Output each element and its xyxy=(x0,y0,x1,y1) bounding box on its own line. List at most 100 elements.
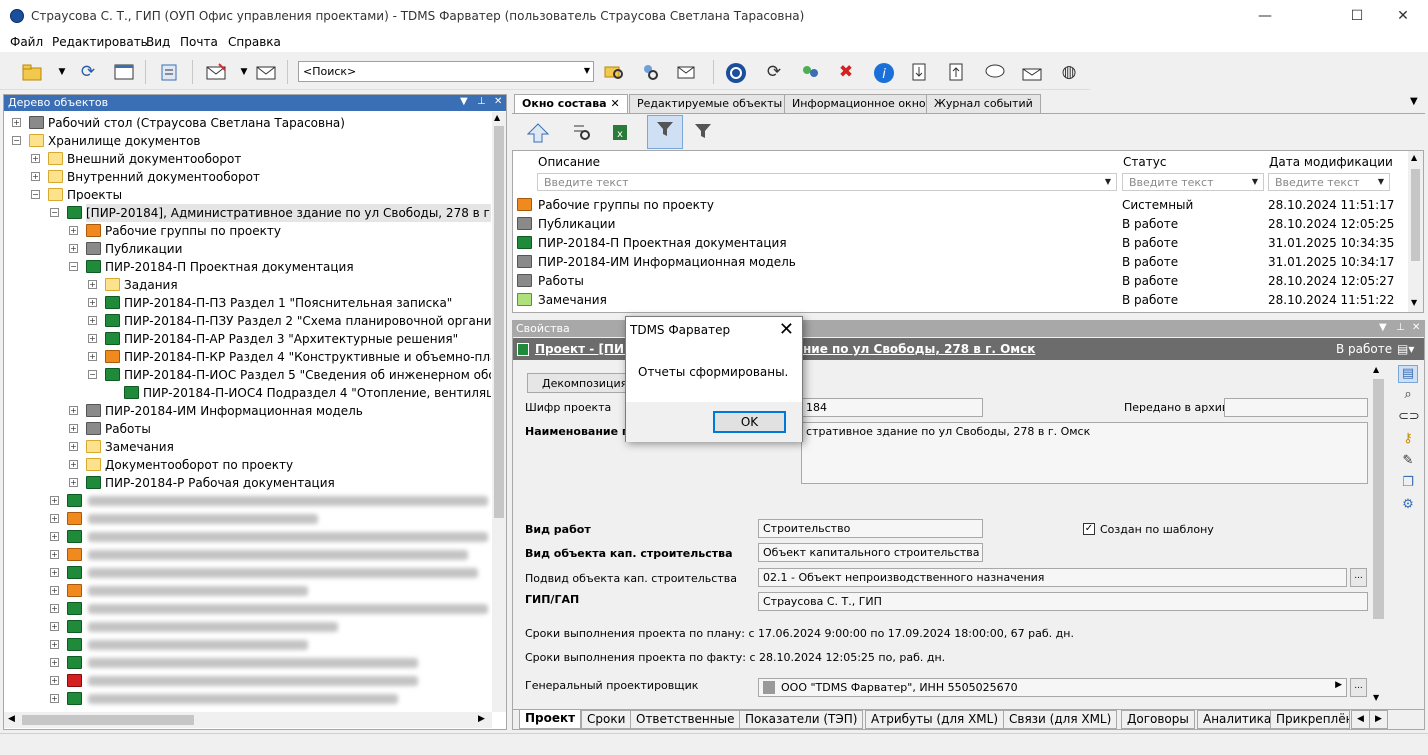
expand-toggle-icon[interactable]: + xyxy=(50,604,59,613)
tree-item[interactable]: + ПИР-20184-П-КР Раздел 4 "Конструктивные… xyxy=(4,348,491,366)
maximize-button[interactable]: ☐ xyxy=(1334,0,1380,32)
card-view-icon[interactable]: ▤ xyxy=(1398,365,1418,383)
expand-toggle-icon[interactable]: + xyxy=(50,568,59,577)
tree-item[interactable]: + ПИР-20184-П-ПЗУ Раздел 2 "Схема планиро… xyxy=(4,312,491,330)
tree-item[interactable]: + Документооборот по проекту xyxy=(4,456,491,474)
tree-item[interactable]: − [ПИР-20184], Административное здание по… xyxy=(4,204,491,222)
window-icon[interactable] xyxy=(110,58,138,86)
tab-5[interactable]: Связи (для XML) xyxy=(1003,710,1118,729)
key-icon[interactable]: ⚷ xyxy=(1398,431,1418,449)
pin-icon[interactable]: ⊥ xyxy=(1396,322,1405,333)
subtype-field[interactable]: 02.1 - Объект непроизводственного назнач… xyxy=(758,568,1347,587)
column-header-status[interactable]: Статус xyxy=(1123,155,1166,169)
tree-item-obscured[interactable]: + xyxy=(4,654,491,672)
scroll-thumb[interactable] xyxy=(494,126,504,518)
tree-item[interactable]: − Проекты xyxy=(4,186,491,204)
expand-toggle-icon[interactable]: + xyxy=(69,424,78,433)
expand-toggle-icon[interactable]: + xyxy=(88,280,97,289)
expand-toggle-icon[interactable]: + xyxy=(50,622,59,631)
expand-toggle-icon[interactable]: + xyxy=(50,658,59,667)
tree-item-obscured[interactable]: + xyxy=(4,510,491,528)
tree-item[interactable]: + ПИР-20184-П-ПЗ Раздел 1 "Пояснительная … xyxy=(4,294,491,312)
expand-toggle-icon[interactable]: + xyxy=(69,406,78,415)
expand-toggle-icon[interactable]: + xyxy=(88,334,97,343)
tree-item[interactable]: + Работы xyxy=(4,420,491,438)
expand-toggle-icon[interactable]: + xyxy=(69,226,78,235)
pencil-icon[interactable]: ✎ xyxy=(1398,453,1418,471)
tree-item[interactable]: + Задания xyxy=(4,276,491,294)
expand-toggle-icon[interactable]: + xyxy=(50,550,59,559)
expand-toggle-icon[interactable]: − xyxy=(12,136,21,145)
tdms-logo-icon[interactable] xyxy=(722,58,750,86)
filter-description-input[interactable]: Введите текст ▼ xyxy=(537,173,1117,191)
tree-item-obscured[interactable]: + xyxy=(4,690,491,708)
menu-help[interactable]: Справка xyxy=(228,35,281,49)
table-row[interactable]: Замечания В работе 28.10.2024 11:51:22 xyxy=(513,291,1406,310)
archive-field[interactable] xyxy=(1224,398,1368,417)
tree-item[interactable]: + Внешний документооборот xyxy=(4,150,491,168)
send-mail-icon[interactable] xyxy=(252,58,280,86)
expand-toggle-icon[interactable]: + xyxy=(88,316,97,325)
dialog-close-icon[interactable]: ✕ xyxy=(779,319,794,341)
tree-item-obscured[interactable]: + xyxy=(4,618,491,636)
tree-item-obscured[interactable]: + xyxy=(4,582,491,600)
expand-toggle-icon[interactable]: + xyxy=(50,586,59,595)
expand-toggle-icon[interactable]: + xyxy=(69,478,78,487)
scroll-up-icon[interactable]: ▲ xyxy=(494,113,500,122)
expand-toggle-icon[interactable]: + xyxy=(50,496,59,505)
download-doc-icon[interactable] xyxy=(905,58,933,86)
globe-icon[interactable]: ◍ xyxy=(1055,58,1083,86)
expand-toggle-icon[interactable]: + xyxy=(69,442,78,451)
name-field[interactable]: стративное здание по ул Свободы, 278 в г… xyxy=(801,422,1368,484)
tree-item[interactable]: − ПИР-20184-П Проектная документация xyxy=(4,258,491,276)
scroll-right-icon[interactable]: ▶ xyxy=(478,714,485,724)
grid-scrollbar[interactable]: ▲ ▼ xyxy=(1408,151,1423,312)
expand-toggle-icon[interactable]: + xyxy=(69,244,78,253)
delete-user-icon[interactable]: ✖ xyxy=(832,58,860,86)
chevron-right-icon[interactable]: ▶ xyxy=(1335,680,1342,690)
clipboard-icon[interactable] xyxy=(155,58,183,86)
expand-toggle-icon[interactable]: − xyxy=(50,208,59,217)
tree-item[interactable]: + Замечания xyxy=(4,438,491,456)
expand-toggle-icon[interactable]: − xyxy=(31,190,40,199)
tree-horizontal-scrollbar[interactable]: ◀ ▶ xyxy=(4,712,492,728)
object-header-title-right[interactable]: ние по ул Свободы, 278 в г. Омск xyxy=(803,338,1035,360)
copy-icon[interactable]: ❐ xyxy=(1398,475,1418,493)
search-list-icon[interactable] xyxy=(568,118,596,146)
expand-toggle-icon[interactable]: + xyxy=(69,460,78,469)
table-row[interactable]: Рабочие группы по проекту Системный 28.10.… xyxy=(513,196,1406,215)
users-sync-icon[interactable] xyxy=(796,58,824,86)
tab-event-log[interactable]: Журнал событий xyxy=(926,94,1041,113)
chevron-down-icon[interactable]: ▼ xyxy=(1249,176,1261,188)
tree-item[interactable]: ПИР-20184-П-ИОС4 Подраздел 4 "Отопление,… xyxy=(4,384,491,402)
tree-item[interactable]: + ПИР-20184-ИМ Информационная модель xyxy=(4,402,491,420)
scroll-left-icon[interactable]: ◀ xyxy=(8,714,15,724)
tree-item-obscured[interactable]: + xyxy=(4,636,491,654)
tree-item-obscured[interactable]: + xyxy=(4,546,491,564)
link-icon[interactable]: ⊂⊃ xyxy=(1398,409,1420,427)
table-row[interactable]: ПИР-20184-ИМ Информационная модель В рабо… xyxy=(513,253,1406,272)
expand-toggle-icon[interactable]: − xyxy=(88,370,97,379)
settings-card-icon[interactable]: ⚙ xyxy=(1398,497,1418,515)
close-window-button[interactable]: ✕ xyxy=(1380,0,1426,32)
props-scrollbar[interactable]: ▲ ▼ xyxy=(1372,365,1385,705)
new-dropdown-icon[interactable]: ▼ xyxy=(48,58,76,86)
tree-vertical-scrollbar[interactable]: ▲ xyxy=(492,112,506,712)
comment-icon[interactable] xyxy=(981,58,1009,86)
panel-dropdown-icon[interactable]: ▼ xyxy=(1379,322,1387,333)
search-folder-icon[interactable] xyxy=(600,58,628,86)
tree-item-obscured[interactable]: + xyxy=(4,492,491,510)
inbox-mail-icon[interactable] xyxy=(1018,58,1046,86)
sync-icon[interactable]: ⟳ xyxy=(760,58,788,86)
tab-7[interactable]: Аналитика xyxy=(1197,710,1278,729)
tree-item[interactable]: − Хранилище документов xyxy=(4,132,491,150)
upload-doc-icon[interactable] xyxy=(942,58,970,86)
panel-close-icon[interactable]: ✕ xyxy=(494,96,502,107)
tab-3[interactable]: Показатели (ТЭП) xyxy=(739,710,864,729)
tabs-scroll-right-icon[interactable]: ▶ xyxy=(1369,710,1388,729)
chevron-down-icon[interactable]: ▼ xyxy=(1102,176,1114,188)
filter-clear-icon[interactable] xyxy=(689,118,717,146)
general-designer-ellipsis-button[interactable]: ... xyxy=(1350,678,1367,697)
status-menu-icon[interactable]: ▤▾ xyxy=(1397,338,1414,360)
work-type-field[interactable]: Строительство xyxy=(758,519,983,538)
